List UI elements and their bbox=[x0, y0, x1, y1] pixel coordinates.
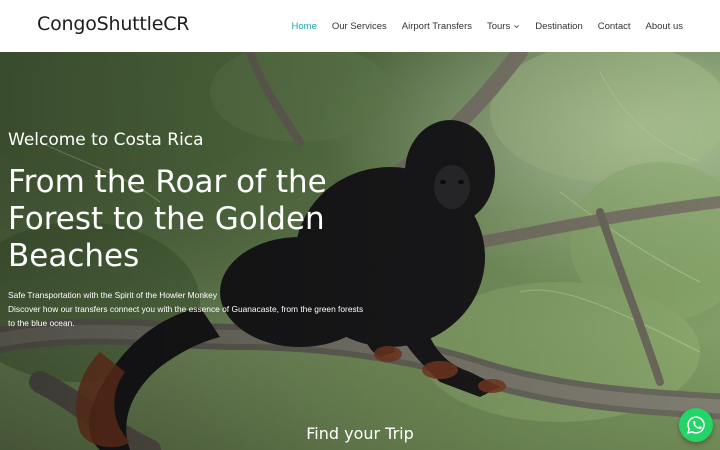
hero-subtext: Safe Transportation with the Spirit of t… bbox=[8, 288, 368, 330]
hero-headline: From the Roar of the Forest to the Golde… bbox=[8, 164, 327, 274]
site-logo[interactable]: CongoShuttleCR bbox=[37, 13, 190, 35]
nav-home[interactable]: Home bbox=[292, 21, 317, 32]
nav-about-us[interactable]: About us bbox=[646, 21, 684, 32]
find-your-trip-heading: Find your Trip bbox=[306, 424, 414, 443]
nav-contact[interactable]: Contact bbox=[598, 21, 631, 32]
site-header: CongoShuttleCR Home Our Services Airport… bbox=[0, 0, 720, 52]
whatsapp-button[interactable] bbox=[679, 408, 713, 442]
whatsapp-icon bbox=[687, 416, 705, 434]
nav-destination[interactable]: Destination bbox=[535, 21, 583, 32]
hero-welcome-text: Welcome to Costa Rica bbox=[8, 130, 204, 150]
nav-airport-transfers[interactable]: Airport Transfers bbox=[402, 21, 472, 32]
chevron-down-icon bbox=[514, 24, 520, 28]
hero-subtext-line1: Safe Transportation with the Spirit of t… bbox=[8, 290, 218, 300]
nav-tours-label: Tours bbox=[486, 20, 511, 32]
hero-subtext-line2: Discover how our transfers connect you w… bbox=[8, 304, 364, 328]
main-nav: Home Our Services Airport Transfers Tour… bbox=[292, 0, 683, 52]
nav-our-services[interactable]: Our Services bbox=[332, 21, 387, 32]
hero-section: Welcome to Costa Rica From the Roar of t… bbox=[0, 52, 720, 450]
nav-tours[interactable]: Tours bbox=[487, 21, 520, 32]
